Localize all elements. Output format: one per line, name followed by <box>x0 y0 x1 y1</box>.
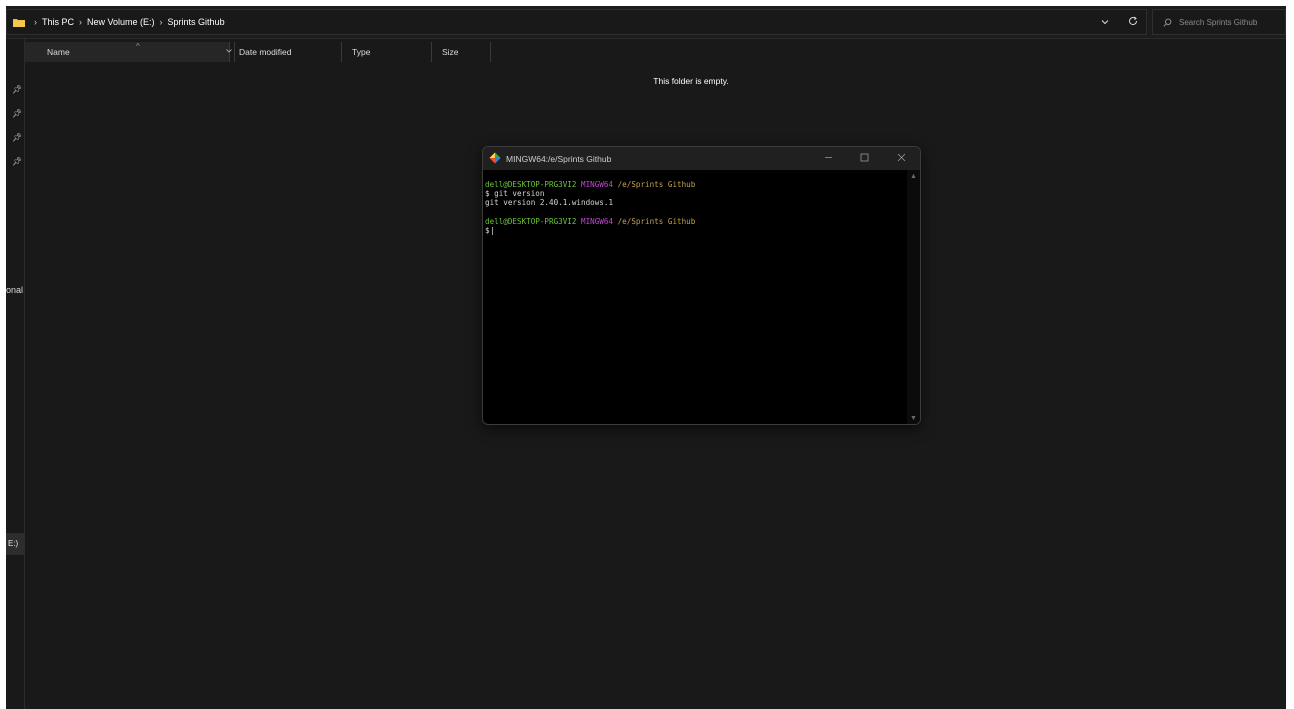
chevron-down-icon <box>225 49 232 53</box>
column-size[interactable]: Size <box>432 42 491 62</box>
terminal-titlebar[interactable]: MINGW64:/e/Sprints Github <box>483 147 920 170</box>
prompt-symbol: $ <box>485 226 490 236</box>
column-name-label: Name <box>47 47 70 57</box>
address-bar: › This PC › New Volume (E:) › Sprints Gi… <box>6 6 1286 39</box>
nav-item-drive[interactable]: E:) <box>6 533 25 555</box>
column-header: ^ Name Date modified Type Size <box>25 39 1286 63</box>
column-dropdown[interactable] <box>223 42 235 62</box>
pin-icon: 📌︎ <box>12 157 23 166</box>
prompt-path: /e/Sprints Github <box>617 216 696 226</box>
column-date-modified[interactable]: Date modified <box>235 42 342 62</box>
breadcrumb[interactable]: › This PC › New Volume (E:) › Sprints Gi… <box>6 9 1147 35</box>
breadcrumb-new-volume[interactable]: New Volume (E:) <box>87 17 155 27</box>
search-input[interactable]: Search Sprints Github <box>1152 9 1286 35</box>
nav-item-personal[interactable]: onal <box>6 285 23 295</box>
pin-icon: 📌︎ <box>12 85 23 94</box>
address-actions <box>1091 9 1147 35</box>
navigation-pane: 📌︎ 📌︎ 📌︎ 📌︎ onal E:) <box>6 39 25 709</box>
terminal-output[interactable]: dell@DESKTOP-PRG3VI2 MINGW64 /e/Sprints … <box>485 180 905 236</box>
pin-icon: 📌︎ <box>12 109 23 118</box>
window-controls <box>810 147 920 170</box>
prompt-env: MINGW64 <box>581 216 614 226</box>
sort-up-icon: ^ <box>136 42 140 51</box>
chevron-right-icon: › <box>79 17 83 27</box>
search-icon <box>1163 18 1172 27</box>
close-icon[interactable] <box>897 153 906 165</box>
prompt-user: dell@DESKTOP-PRG3VI2 <box>485 180 577 189</box>
breadcrumb-sprints-github[interactable]: Sprints Github <box>168 17 225 27</box>
prompt-path: /e/Sprints Github <box>617 180 696 189</box>
maximize-icon[interactable] <box>860 153 869 165</box>
minimize-icon[interactable] <box>824 153 833 165</box>
column-name[interactable]: ^ Name <box>25 42 230 62</box>
terminal-window[interactable]: MINGW64:/e/Sprints Github dell@DESKTOP-P… <box>482 146 921 425</box>
git-icon <box>489 152 501 166</box>
pin-icon: 📌︎ <box>12 133 23 142</box>
column-date-label: Date modified <box>239 47 292 57</box>
output-line: git version 2.40.1.windows.1 <box>485 198 614 208</box>
column-type-label: Type <box>352 47 371 57</box>
terminal-scrollbar[interactable]: ▲ ▼ <box>907 170 920 424</box>
scroll-up-icon[interactable]: ▲ <box>910 173 917 180</box>
prompt-env: MINGW64 <box>581 180 614 189</box>
scroll-down-icon[interactable]: ▼ <box>910 415 917 422</box>
terminal-title: MINGW64:/e/Sprints Github <box>506 153 612 164</box>
column-size-label: Size <box>442 47 459 57</box>
chevron-down-icon[interactable] <box>1101 17 1109 28</box>
refresh-icon[interactable] <box>1128 16 1138 29</box>
text-cursor <box>491 227 493 236</box>
chevron-right-icon: › <box>159 17 163 27</box>
prompt-line: dell@DESKTOP-PRG3VI2 MINGW64 /e/Sprints … <box>485 180 905 189</box>
empty-folder-message: This folder is empty. <box>653 76 729 86</box>
folder-icon <box>13 18 25 27</box>
chevron-right-icon: › <box>34 17 37 27</box>
command-line: $ git version <box>485 189 545 199</box>
prompt-user: dell@DESKTOP-PRG3VI2 <box>485 216 577 226</box>
prompt-line: dell@DESKTOP-PRG3VI2 MINGW64 /e/Sprints … <box>485 217 905 226</box>
search-placeholder: Search Sprints Github <box>1179 17 1258 27</box>
column-type[interactable]: Type <box>342 42 432 62</box>
input-line: $ <box>485 226 905 236</box>
breadcrumb-this-pc[interactable]: This PC <box>42 17 74 27</box>
